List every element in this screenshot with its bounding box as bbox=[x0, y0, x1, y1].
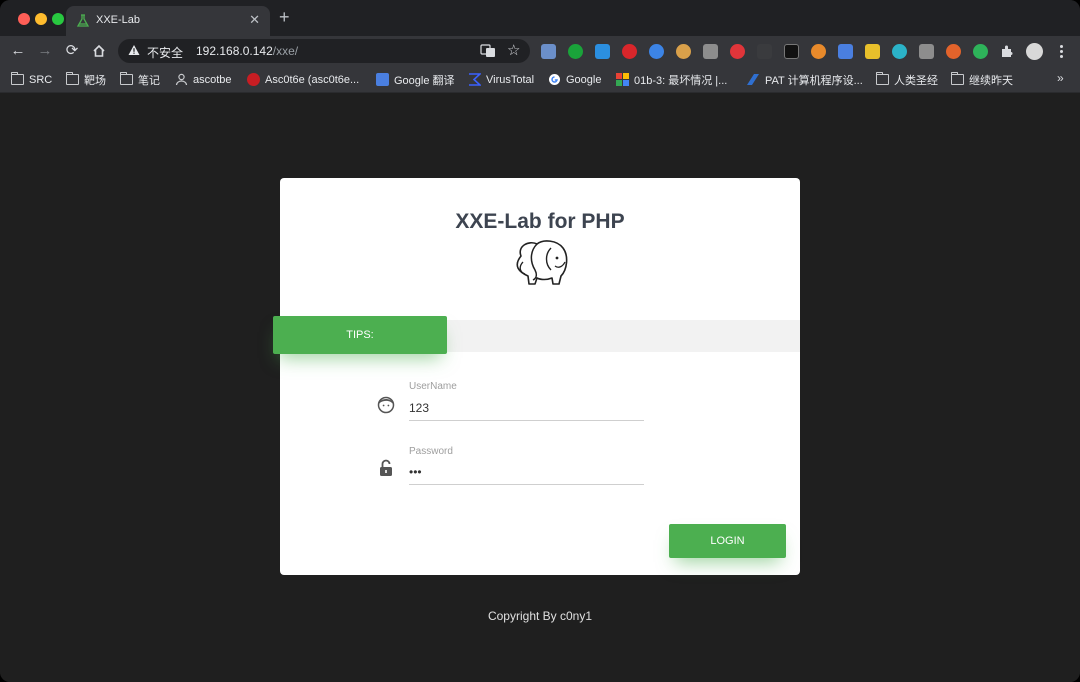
flask-icon bbox=[76, 14, 90, 27]
extension-adblock-icon[interactable] bbox=[622, 44, 637, 59]
login-button[interactable]: LOGIN bbox=[669, 524, 786, 558]
page-viewport: XXE-Lab for PHP TIPS: UserName 123 Passw… bbox=[0, 94, 1080, 682]
bookmark-star-icon[interactable]: ☆ bbox=[507, 41, 520, 59]
minimize-window-button[interactable] bbox=[35, 13, 47, 25]
folder-icon bbox=[65, 72, 79, 85]
virustotal-icon bbox=[469, 73, 481, 86]
bookmark-continue-yesterday[interactable]: 继续昨天 bbox=[950, 72, 1013, 87]
tab-close-icon[interactable]: ✕ bbox=[249, 12, 260, 28]
bookmark-src[interactable]: SRC bbox=[10, 72, 53, 87]
folder-icon bbox=[950, 72, 964, 85]
new-tab-button[interactable]: + bbox=[279, 8, 290, 26]
bookmark-label: PAT 计算机程序设... bbox=[765, 74, 863, 87]
more-bookmarks-icon[interactable]: » bbox=[1057, 71, 1064, 85]
extension-glasses-icon[interactable] bbox=[703, 44, 718, 59]
extension-js-icon[interactable] bbox=[865, 44, 880, 59]
tab-xxe-lab[interactable]: XXE-Lab ✕ bbox=[66, 6, 270, 36]
close-window-button[interactable] bbox=[18, 13, 30, 25]
url-text[interactable]: 192.168.0.142/xxe/ bbox=[196, 44, 298, 58]
copyright-text: Copyright By c0ny1 bbox=[487, 609, 593, 623]
bookmark-ascotbe[interactable]: ascotbe bbox=[175, 72, 232, 87]
warning-icon bbox=[128, 45, 140, 55]
username-label: UserName bbox=[409, 381, 457, 392]
extension-green-g-icon[interactable] bbox=[568, 44, 583, 59]
bookmark-label: 笔记 bbox=[138, 74, 160, 87]
bookmark-label: VirusTotal bbox=[486, 73, 535, 86]
extension-gray-icon[interactable] bbox=[919, 44, 934, 59]
tab-title: XXE-Lab bbox=[96, 14, 141, 26]
extension-h-icon[interactable] bbox=[784, 44, 799, 59]
bookmark-gitee[interactable]: Asc0t6e (asc0t6e... bbox=[247, 72, 359, 87]
browser-window: XXE-Lab ✕ + ← → ⟳ 不安全 192.168.0.142/xxe/ bbox=[0, 0, 1080, 682]
bookmark-label: Google 翻译 bbox=[394, 74, 455, 87]
tab-strip: XXE-Lab ✕ + bbox=[0, 0, 1080, 36]
user-face-icon bbox=[377, 396, 395, 414]
extensions-puzzle-icon[interactable] bbox=[1000, 44, 1015, 59]
profile-avatar-icon[interactable] bbox=[1026, 43, 1043, 60]
bookmark-notes[interactable]: 笔记 bbox=[119, 72, 160, 87]
url-host: 192.168.0.142 bbox=[196, 44, 273, 58]
bookmark-label: Google bbox=[566, 73, 602, 86]
folder-icon bbox=[875, 72, 889, 85]
bookmark-google[interactable]: Google bbox=[548, 72, 601, 87]
colorful-grid-icon bbox=[616, 73, 629, 86]
forward-icon[interactable]: → bbox=[36, 42, 54, 60]
browser-toolbar: ← → ⟳ 不安全 192.168.0.142/xxe/ ☆ bbox=[0, 36, 1080, 66]
address-bar[interactable]: 不安全 192.168.0.142/xxe/ ☆ bbox=[118, 39, 530, 63]
extension-dark-icon[interactable] bbox=[757, 44, 772, 59]
password-input[interactable]: ••• bbox=[409, 465, 644, 485]
bookmark-label: Asc0t6e (asc0t6e... bbox=[265, 73, 360, 86]
bookmark-human-bible[interactable]: 人类圣经 bbox=[875, 72, 938, 87]
bookmark-virustotal[interactable]: VirusTotal bbox=[468, 72, 534, 87]
bookmark-target-range[interactable]: 靶场 bbox=[65, 72, 106, 87]
google-icon bbox=[549, 74, 560, 85]
bookmark-label: 靶场 bbox=[84, 74, 106, 87]
bookmark-label: ascotbe bbox=[193, 73, 232, 86]
tips-button[interactable]: TIPS: bbox=[273, 316, 447, 354]
extension-x-icon[interactable] bbox=[946, 44, 961, 59]
folder-icon bbox=[10, 72, 24, 85]
login-card: XXE-Lab for PHP TIPS: UserName 123 Passw… bbox=[273, 178, 800, 575]
bookmark-pat[interactable]: PAT 计算机程序设... bbox=[746, 72, 863, 87]
translate-icon[interactable] bbox=[480, 43, 496, 59]
unlock-icon bbox=[380, 459, 392, 476]
maximize-window-button[interactable] bbox=[52, 13, 64, 25]
google-translate-icon bbox=[376, 73, 389, 86]
extension-red-circle-icon[interactable] bbox=[730, 44, 745, 59]
page-title: XXE-Lab for PHP bbox=[455, 210, 625, 233]
reload-icon[interactable]: ⟳ bbox=[63, 42, 81, 60]
extension-n-icon[interactable] bbox=[973, 44, 988, 59]
url-path: /xxe/ bbox=[272, 44, 299, 58]
gitee-icon bbox=[247, 73, 260, 86]
pat-icon bbox=[747, 74, 759, 85]
back-icon[interactable]: ← bbox=[9, 42, 27, 60]
home-icon[interactable] bbox=[90, 42, 108, 60]
password-label: Password bbox=[409, 446, 453, 457]
bookmark-label: 01b-3: 最坏情况 |... bbox=[634, 74, 728, 87]
bookmark-label: 继续昨天 bbox=[969, 74, 1013, 87]
php-elephant-icon bbox=[516, 240, 568, 285]
bookmark-worst-case[interactable]: 01b-3: 最坏情况 |... bbox=[616, 72, 727, 87]
extension-proxy-icon[interactable] bbox=[649, 44, 664, 59]
extension-p-icon[interactable] bbox=[892, 44, 907, 59]
extension-translate-icon[interactable] bbox=[838, 44, 853, 59]
bookmark-label: SRC bbox=[29, 73, 53, 86]
folder-icon bbox=[119, 72, 133, 85]
security-status-label[interactable]: 不安全 bbox=[147, 44, 183, 61]
bookmark-label: 人类圣经 bbox=[894, 74, 938, 87]
browser-menu-icon[interactable] bbox=[1057, 44, 1065, 60]
bookmark-google-translate[interactable]: Google 翻译 bbox=[376, 72, 455, 87]
extension-cookie-icon[interactable] bbox=[676, 44, 691, 59]
extension-screenshot-icon[interactable] bbox=[541, 44, 556, 59]
extension-download-icon[interactable] bbox=[595, 44, 610, 59]
username-input[interactable]: 123 bbox=[409, 401, 644, 421]
user-icon bbox=[175, 73, 188, 86]
extension-orange-icon[interactable] bbox=[811, 44, 826, 59]
bookmarks-bar: SRC 靶场 笔记 ascotbe Asc0t6e (asc0t6e... Go… bbox=[0, 66, 1080, 93]
